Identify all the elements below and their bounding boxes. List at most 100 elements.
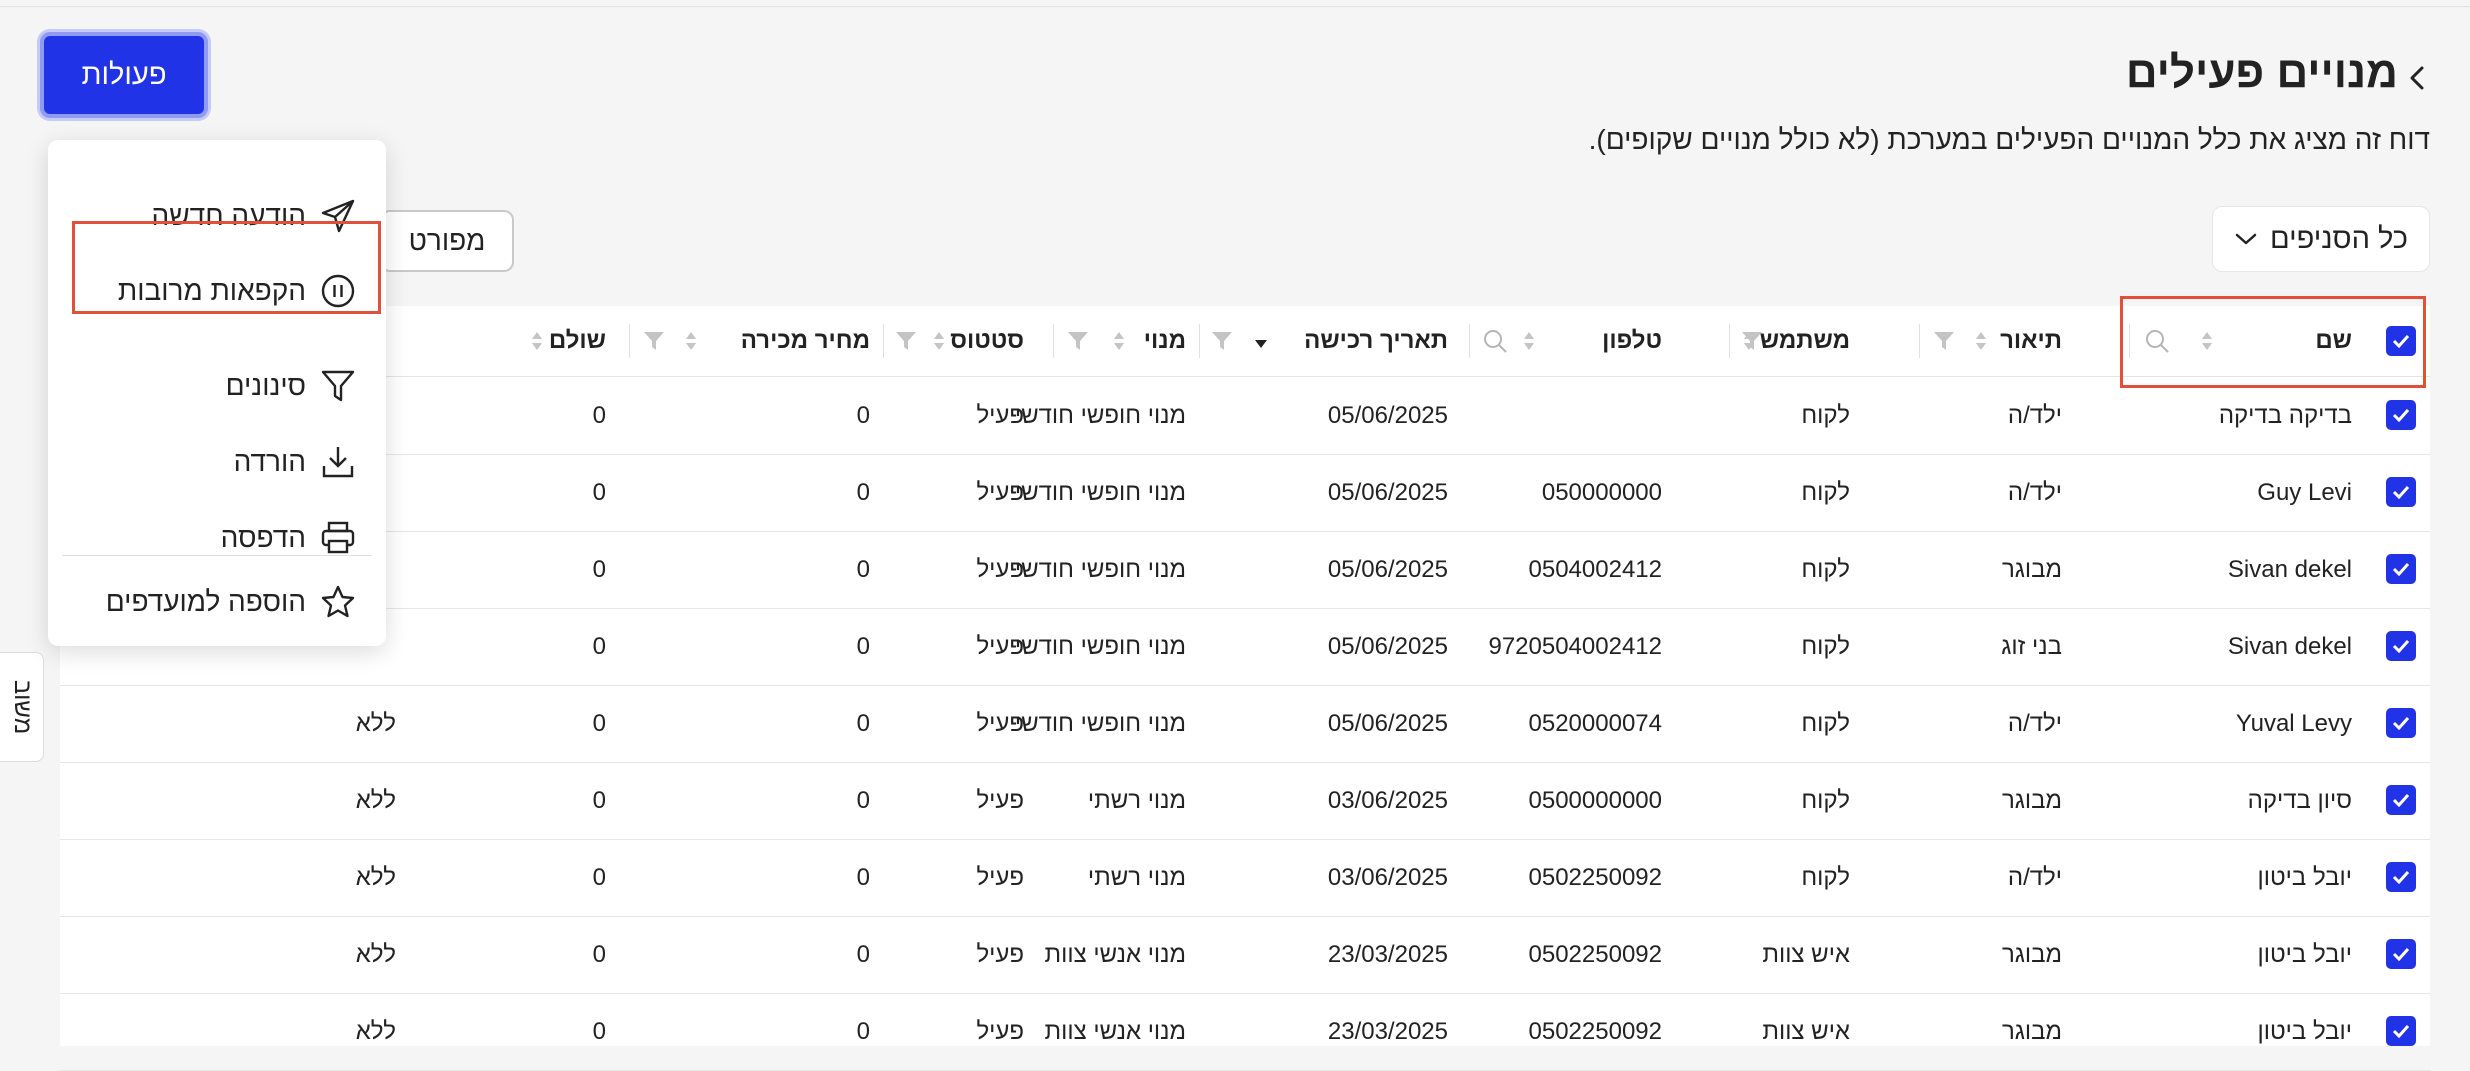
table-row[interactable]: יובל ביטון מבוגר איש צוות 0502250092 23/03/2… <box>60 993 2430 1071</box>
check-icon <box>2392 947 2410 961</box>
cell-sale-price: 0 <box>856 940 870 968</box>
filter-icon[interactable] <box>1210 330 1234 352</box>
sort-icon[interactable] <box>1974 330 1988 352</box>
filter-icon[interactable] <box>1932 330 1956 352</box>
cell-sale-price: 0 <box>856 863 870 891</box>
cell-name: יובל ביטון <box>2257 1017 2352 1045</box>
cell-user: איש צוות <box>1762 1017 1850 1045</box>
cell-paid: 0 <box>592 709 606 737</box>
cell-name: יובל ביטון <box>2257 863 2352 891</box>
table-row[interactable]: בדיקה בדיקה ילד/ה לקוח 05/06/2025 מנוי חופשי… <box>60 377 2430 455</box>
chevron-down-icon <box>2235 233 2257 245</box>
page-title: מנויים פעילים <box>2125 48 2398 97</box>
column-header-paid[interactable]: שולם <box>549 306 606 376</box>
row-checkbox[interactable] <box>2386 631 2416 661</box>
table-row[interactable]: יובל ביטון מבוגר איש צוות 0502250092 23/03/2… <box>60 916 2430 994</box>
search-icon[interactable] <box>1482 328 1508 354</box>
filter-icon[interactable] <box>1740 330 1764 352</box>
menu-item-label: הוספה למועדפים <box>105 586 306 617</box>
sort-icon[interactable] <box>1112 330 1126 352</box>
menu-item-filters[interactable]: סינונים <box>48 356 386 416</box>
sort-desc-icon[interactable] <box>1254 332 1268 354</box>
cell-status: פעיל <box>976 632 1024 660</box>
feedback-tab[interactable]: משוב <box>0 652 44 762</box>
highlight-multiple-freezes <box>72 221 381 314</box>
branch-select[interactable]: כל הסניפים <box>2212 206 2430 272</box>
cell-status: פעיל <box>976 786 1024 814</box>
menu-item-print[interactable]: הדפסה <box>48 508 386 568</box>
check-icon <box>2392 562 2410 576</box>
cell-name: Yuval Levy <box>2235 709 2352 737</box>
cell-phone: 9720504002412 <box>1488 632 1662 660</box>
table-row[interactable]: Yuval Levy ילד/ה לקוח 0520000074 05/06/2025 מ… <box>60 685 2430 763</box>
branch-select-value: כל הסניפים <box>2270 222 2409 255</box>
cell-paid: 0 <box>592 786 606 814</box>
chevron-left-icon[interactable] <box>2402 58 2432 98</box>
row-checkbox[interactable] <box>2386 400 2416 430</box>
sort-icon[interactable] <box>684 330 698 352</box>
actions-button[interactable]: פעולות <box>40 32 208 118</box>
column-header-purchase-date[interactable]: תאריך רכישה <box>1304 306 1448 376</box>
row-checkbox[interactable] <box>2386 862 2416 892</box>
feedback-tab-label: משוב <box>8 679 36 735</box>
column-separator <box>1729 324 1730 358</box>
filter-icon[interactable] <box>642 330 666 352</box>
sort-icon[interactable] <box>530 330 544 352</box>
cell-paid: 0 <box>592 555 606 583</box>
cell-user: לקוח <box>1801 632 1850 660</box>
table-row[interactable]: Sivan dekel בני זוג לקוח 9720504002412 05/06… <box>60 608 2430 686</box>
row-checkbox[interactable] <box>2386 785 2416 815</box>
cell-user: לקוח <box>1801 478 1850 506</box>
cell-purchase-date: 05/06/2025 <box>1327 632 1448 660</box>
table-row[interactable]: Guy Levi ילד/ה לקוח 050000000 05/06/2025 מנוי… <box>60 454 2430 532</box>
cell-name: Guy Levi <box>2257 478 2352 506</box>
column-separator <box>629 324 630 358</box>
cell-sale-price: 0 <box>856 709 870 737</box>
cell-sale-price: 0 <box>856 786 870 814</box>
cell-phone: 0504002412 <box>1528 555 1662 583</box>
column-header-description[interactable]: תיאור <box>2000 306 2062 376</box>
row-checkbox[interactable] <box>2386 939 2416 969</box>
download-icon <box>322 447 354 478</box>
cell-purchase-date: 05/06/2025 <box>1327 478 1448 506</box>
row-checkbox[interactable] <box>2386 708 2416 738</box>
cell-purchase-date: 05/06/2025 <box>1327 401 1448 429</box>
cell-status: פעיל <box>976 940 1024 968</box>
table-row[interactable]: Sivan dekel מבוגר לקוח 0504002412 05/06/2025… <box>60 531 2430 609</box>
column-header-status[interactable]: סטטוס <box>950 306 1024 376</box>
cell-user: לקוח <box>1801 863 1850 891</box>
cell-subscription: מנוי חופשי חודשי <box>1014 401 1186 429</box>
cell-subscription: מנוי חופשי חודשי <box>1014 709 1186 737</box>
subscriptions-table: שם תיאור משתמש טלפון תאריך רכישה מנוי סט… <box>60 306 2430 1071</box>
check-icon <box>2392 639 2410 653</box>
cell-user: לקוח <box>1801 401 1850 429</box>
cell-status: פעיל <box>976 709 1024 737</box>
export-detailed-button[interactable]: מפורט <box>380 210 514 272</box>
menu-item-add-favorites[interactable]: הוספה למועדפים <box>48 572 386 632</box>
table-row[interactable]: יובל ביטון ילד/ה לקוח 0502250092 03/06/2025 מ… <box>60 839 2430 917</box>
row-checkbox[interactable] <box>2386 1016 2416 1046</box>
row-checkbox[interactable] <box>2386 554 2416 584</box>
filter-icon[interactable] <box>1066 330 1090 352</box>
column-header-subscription[interactable]: מנוי <box>1144 306 1186 376</box>
column-header-user[interactable]: משתמש <box>1760 306 1850 376</box>
filter-icon <box>321 370 355 402</box>
top-divider <box>0 6 2470 7</box>
cell-paid: 0 <box>592 632 606 660</box>
row-checkbox[interactable] <box>2386 477 2416 507</box>
menu-item-download[interactable]: הורדה <box>48 432 386 492</box>
sort-icon[interactable] <box>932 330 946 352</box>
menu-divider <box>62 555 372 556</box>
table-row[interactable]: סיון בדיקה מבוגר לקוח 0500000000 03/06/2025 מ… <box>60 762 2430 840</box>
filter-icon[interactable] <box>894 330 918 352</box>
star-icon <box>321 585 355 618</box>
check-icon <box>2392 870 2410 884</box>
cell-subscription: מנוי חופשי חודשי <box>1014 555 1186 583</box>
column-header-phone[interactable]: טלפון <box>1602 306 1662 376</box>
cell-sale-price: 0 <box>856 632 870 660</box>
column-header-sale-price[interactable]: מחיר מכירה <box>741 306 870 376</box>
cell-paid: 0 <box>592 863 606 891</box>
table-header: שם תיאור משתמש טלפון תאריך רכישה מנוי סט… <box>60 306 2430 377</box>
actions-button-label: פעולות <box>81 58 167 91</box>
sort-icon[interactable] <box>1522 330 1536 352</box>
